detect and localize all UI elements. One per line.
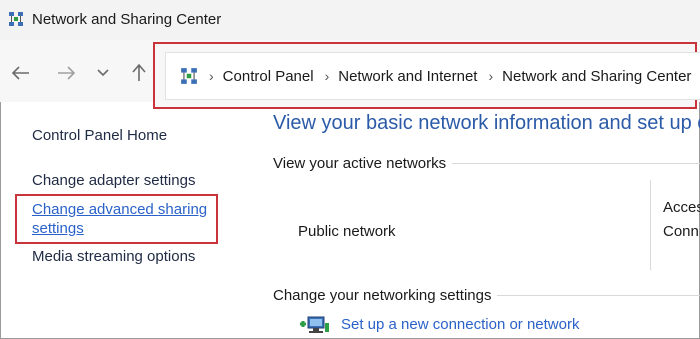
chevron-right-icon[interactable]: › xyxy=(209,68,214,84)
network-column-divider xyxy=(650,180,651,270)
network-center-icon xyxy=(9,12,23,26)
back-button[interactable] xyxy=(10,62,32,84)
sidebar-item-media-streaming-options[interactable]: Media streaming options xyxy=(32,248,195,265)
setup-connection-icon xyxy=(300,316,329,333)
address-bar[interactable]: › Control Panel › Network and Internet ›… xyxy=(165,52,700,100)
network-name: Public network xyxy=(298,223,396,240)
recent-locations-button[interactable] xyxy=(92,62,114,84)
chevron-right-icon[interactable]: › xyxy=(488,68,493,84)
page-title: View your basic network information and … xyxy=(273,112,700,134)
chevron-down-icon xyxy=(97,69,109,77)
forward-arrow-icon xyxy=(58,66,75,80)
change-settings-header: Change your networking settings xyxy=(273,287,498,304)
address-highlight: › Control Panel › Network and Internet ›… xyxy=(153,42,700,109)
up-button[interactable] xyxy=(128,62,150,84)
breadcrumb-network-and-internet[interactable]: Network and Internet xyxy=(338,68,477,85)
access-type-label: Acces xyxy=(663,199,700,216)
sidebar-item-advanced-sharing-line2[interactable]: settings xyxy=(32,220,84,237)
setup-new-connection-link[interactable]: Set up a new connection or network xyxy=(341,316,579,333)
connections-label: Conn xyxy=(663,223,699,240)
active-networks-header: View your active networks xyxy=(273,155,453,172)
breadcrumb-control-panel[interactable]: Control Panel xyxy=(223,68,314,85)
chevron-right-icon[interactable]: › xyxy=(325,68,330,84)
sidebar-item-control-panel-home[interactable]: Control Panel Home xyxy=(32,127,167,144)
navigation-bar: › Control Panel › Network and Internet ›… xyxy=(0,40,700,109)
window-title: Network and Sharing Center xyxy=(32,11,222,28)
sidebar-item-change-adapter-settings[interactable]: Change adapter settings xyxy=(32,172,195,189)
network-center-icon xyxy=(181,68,197,84)
forward-button[interactable] xyxy=(55,62,77,84)
back-arrow-icon xyxy=(12,66,29,80)
up-arrow-icon xyxy=(132,64,146,81)
breadcrumb-network-and-sharing-center[interactable]: Network and Sharing Center xyxy=(502,68,691,85)
sidebar-item-advanced-sharing-line1[interactable]: Change advanced sharing xyxy=(32,201,207,218)
title-bar: Network and Sharing Center xyxy=(0,0,700,40)
